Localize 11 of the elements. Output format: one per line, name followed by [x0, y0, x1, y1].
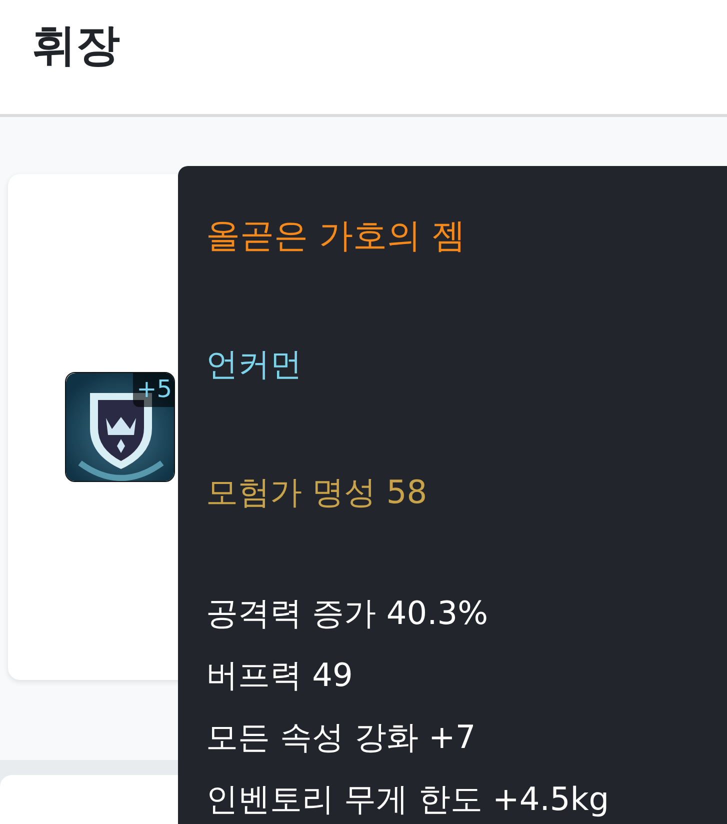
item-name: 올곧은 가호의 젬: [206, 215, 467, 258]
stat-line: 버프력 49: [206, 655, 354, 696]
shield-icon: [66, 373, 174, 481]
stat-line: 공격력 증가 40.3%: [206, 593, 489, 634]
stat-line: 인벤토리 무게 한도 +4.5kg: [206, 779, 610, 820]
item-rarity: 언커먼: [206, 344, 303, 385]
page-title: 휘장: [32, 19, 121, 73]
enhance-badge: +5: [132, 373, 174, 407]
fame-value: 모험가 명성 58: [206, 472, 428, 513]
stat-line: 모든 속성 강화 +7: [206, 717, 477, 758]
item-slot[interactable]: +5: [65, 372, 175, 482]
